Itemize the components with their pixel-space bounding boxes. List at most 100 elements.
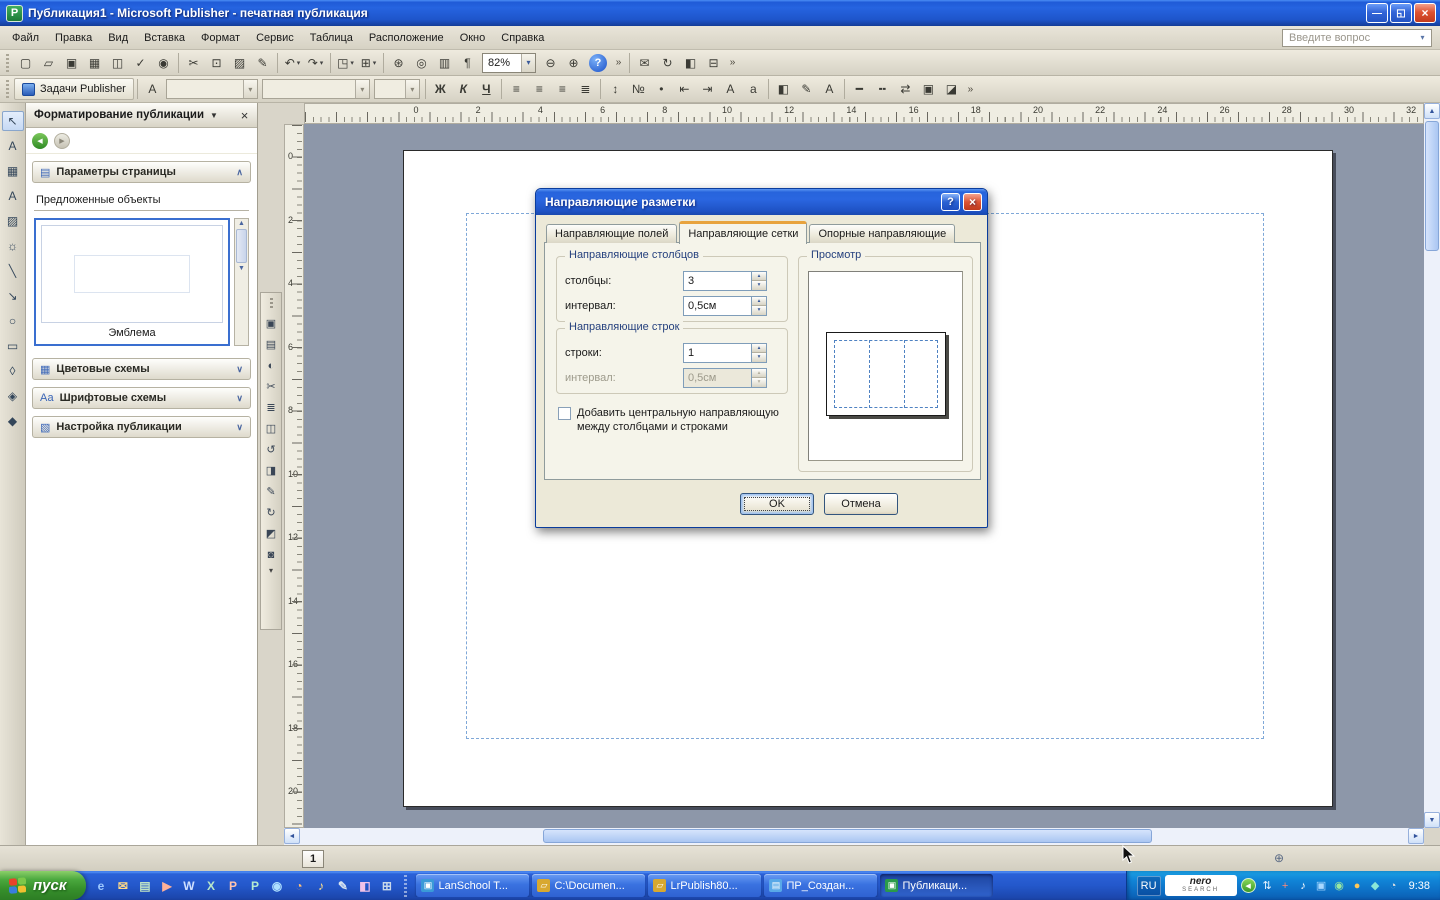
boundaries-icon[interactable]: ◧ — [679, 52, 702, 74]
spinner[interactable]: ▴ ▾ — [751, 368, 766, 387]
new-document-icon[interactable]: ▢ — [14, 52, 37, 74]
section-color-schemes[interactable]: ▦ Цветовые схемы ∨ — [32, 358, 251, 380]
scroll-left-button[interactable]: ◄ — [284, 828, 300, 844]
toolbar-grip[interactable] — [269, 298, 273, 310]
bullets-icon[interactable]: • — [650, 78, 673, 100]
increase-indent-icon[interactable]: ⇥ — [696, 78, 719, 100]
print-preview-icon[interactable]: ◫ — [106, 52, 129, 74]
toolbar-more-button[interactable]: ▾ — [269, 566, 273, 575]
vertical-ruler[interactable]: 0 2 4 6 8 10 12 14 16 18 20 — [284, 124, 304, 828]
tab-baseline-guides[interactable]: Опорные направляющие — [809, 224, 956, 243]
increase-font-icon[interactable]: A — [719, 78, 742, 100]
toolbar-grip[interactable] — [6, 53, 9, 72]
measurement-icon[interactable]: ⊟ — [702, 52, 725, 74]
horizontal-ruler[interactable]: 0 2 4 6 8 10 12 14 16 18 20 22 24 26 28 30 32 — [304, 103, 1424, 124]
tray-network-icon[interactable]: ⇅ — [1260, 878, 1275, 893]
suggested-object-emblema[interactable]: Эмблема — [34, 218, 230, 346]
zoom-page-icon[interactable]: ◎ — [410, 52, 433, 74]
scroll-thumb[interactable] — [236, 229, 247, 263]
picture-frame-tool[interactable]: ▨ — [2, 211, 24, 231]
align-justify-icon[interactable]: ≣ — [574, 78, 597, 100]
align-left-icon[interactable]: ≡ — [505, 78, 528, 100]
wordart-tool[interactable]: А — [2, 186, 24, 206]
hotspot-tool[interactable]: ◈ — [2, 386, 24, 406]
table-tool[interactable]: ▦ — [2, 161, 24, 181]
print-icon[interactable]: ▦ — [83, 52, 106, 74]
dialog-help-button[interactable]: ? — [941, 193, 960, 211]
scroll-right-button[interactable]: ► — [1408, 828, 1424, 844]
section-font-schemes[interactable]: Аа Шрифтовые схемы ∨ — [32, 387, 251, 409]
ql-word-icon[interactable]: W — [178, 875, 199, 896]
minimize-button[interactable]: — — [1366, 3, 1388, 23]
nero-search-box[interactable]: nero SEARCH — [1164, 875, 1237, 896]
ql-internet-explorer-icon[interactable]: e — [90, 875, 111, 896]
paste-icon[interactable]: ▨ — [228, 52, 251, 74]
3d-style-icon[interactable]: ◪ — [940, 78, 963, 100]
combo-arrow-icon[interactable]: ▾ — [242, 80, 257, 98]
spinner[interactable]: ▴ ▾ — [751, 343, 766, 362]
help-icon[interactable]: ? — [589, 53, 607, 72]
ql-messenger-icon[interactable]: ◉ — [266, 875, 287, 896]
italic-icon[interactable]: К — [452, 78, 475, 100]
tray-update-icon[interactable]: ● — [1350, 878, 1365, 893]
numbering-icon[interactable]: № — [627, 78, 650, 100]
zoom-combo[interactable]: 82% ▾ — [482, 52, 536, 73]
menu-help[interactable]: Справка — [493, 28, 552, 48]
arrow-style-icon[interactable]: ⇄ — [894, 78, 917, 100]
tab-grid-guides[interactable]: Направляющие сетки — [679, 221, 808, 244]
shadow-style-icon[interactable]: ▣ — [917, 78, 940, 100]
send-email-icon[interactable]: ✉ — [633, 52, 656, 74]
task-pane-forward-button[interactable]: ▶ — [54, 132, 70, 149]
ql-notepad-icon[interactable]: ✎ — [332, 875, 353, 896]
tray-volume-icon[interactable]: ♪ — [1296, 878, 1311, 893]
suggested-objects-scrollbar[interactable]: ▲ ▼ — [234, 218, 249, 346]
horizontal-scrollbar[interactable]: ◄ ► — [284, 828, 1424, 845]
scroll-down-button[interactable]: ▼ — [1424, 812, 1440, 828]
vertical-scroll-thumb[interactable] — [1425, 121, 1439, 251]
menu-table[interactable]: Таблица — [302, 28, 361, 48]
tab-margin-guides[interactable]: Направляющие полей — [546, 224, 678, 243]
rectangle-tool[interactable]: ▭ — [2, 336, 24, 356]
undo-icon[interactable]: ↶ — [281, 52, 304, 74]
dash-style-icon[interactable]: ╍ — [871, 78, 894, 100]
line-style-icon[interactable]: ≣ — [262, 398, 281, 417]
page-1-button[interactable]: 1 — [302, 850, 324, 868]
center-guide-checkbox[interactable]: Добавить центральную направляющую между … — [558, 406, 788, 434]
columns-icon[interactable]: ▥ — [433, 52, 456, 74]
copy-icon[interactable]: ⊡ — [205, 52, 228, 74]
decrease-indent-icon[interactable]: ⇤ — [673, 78, 696, 100]
menu-file[interactable]: Файл — [4, 28, 47, 48]
tray-antivirus-icon[interactable]: + — [1278, 878, 1293, 893]
menu-tools[interactable]: Сервис — [248, 28, 302, 48]
bold-icon[interactable]: Ж — [429, 78, 452, 100]
font-combo[interactable]: ▾ — [261, 79, 370, 99]
decrease-font-icon[interactable]: a — [742, 78, 765, 100]
task-lanschool[interactable]: ▣ LanSchool T... — [416, 874, 530, 897]
align-center-icon[interactable]: ≡ — [528, 78, 551, 100]
combo-arrow-icon[interactable]: ▾ — [404, 80, 419, 98]
font-size-combo[interactable]: ▾ — [373, 79, 420, 99]
publisher-tasks-button[interactable]: Задачи Publisher — [14, 78, 134, 100]
column-spacing-field[interactable]: 0,5см ▴ ▾ — [683, 295, 767, 316]
crop-icon[interactable]: ✂ — [262, 377, 281, 396]
bring-to-front-icon[interactable]: ◳ — [334, 52, 357, 74]
combo-arrow-icon[interactable]: ▾ — [354, 80, 369, 98]
checkbox-icon[interactable] — [558, 407, 571, 420]
reset-picture-icon[interactable]: ↻ — [262, 503, 281, 522]
styles-and-formatting-icon[interactable]: А — [141, 78, 164, 100]
align-right-icon[interactable]: ≡ — [551, 78, 574, 100]
align-objects-icon[interactable]: ⊞ — [357, 52, 380, 74]
picture-from-file-icon[interactable]: ▤ — [262, 335, 281, 354]
picture-fill-icon[interactable]: ◙ — [262, 545, 281, 564]
task-pane-close-icon[interactable]: × — [236, 107, 253, 124]
tray-clock-sync-icon[interactable]: ◔ — [1386, 878, 1401, 893]
toolbar-options-button[interactable]: » — [725, 52, 740, 74]
ql-firefox-icon[interactable]: ◔ — [288, 875, 309, 896]
spinner[interactable]: ▴ ▾ — [751, 271, 766, 290]
ql-publisher-icon[interactable]: P — [244, 875, 265, 896]
horizontal-scroll-thumb[interactable] — [543, 829, 1152, 843]
line-style-icon[interactable]: ━ — [848, 78, 871, 100]
task-pane-back-button[interactable]: ◀ — [32, 132, 48, 149]
columns-field[interactable]: 3 ▴ ▾ — [683, 270, 767, 291]
toolbar-grip[interactable] — [6, 80, 9, 98]
